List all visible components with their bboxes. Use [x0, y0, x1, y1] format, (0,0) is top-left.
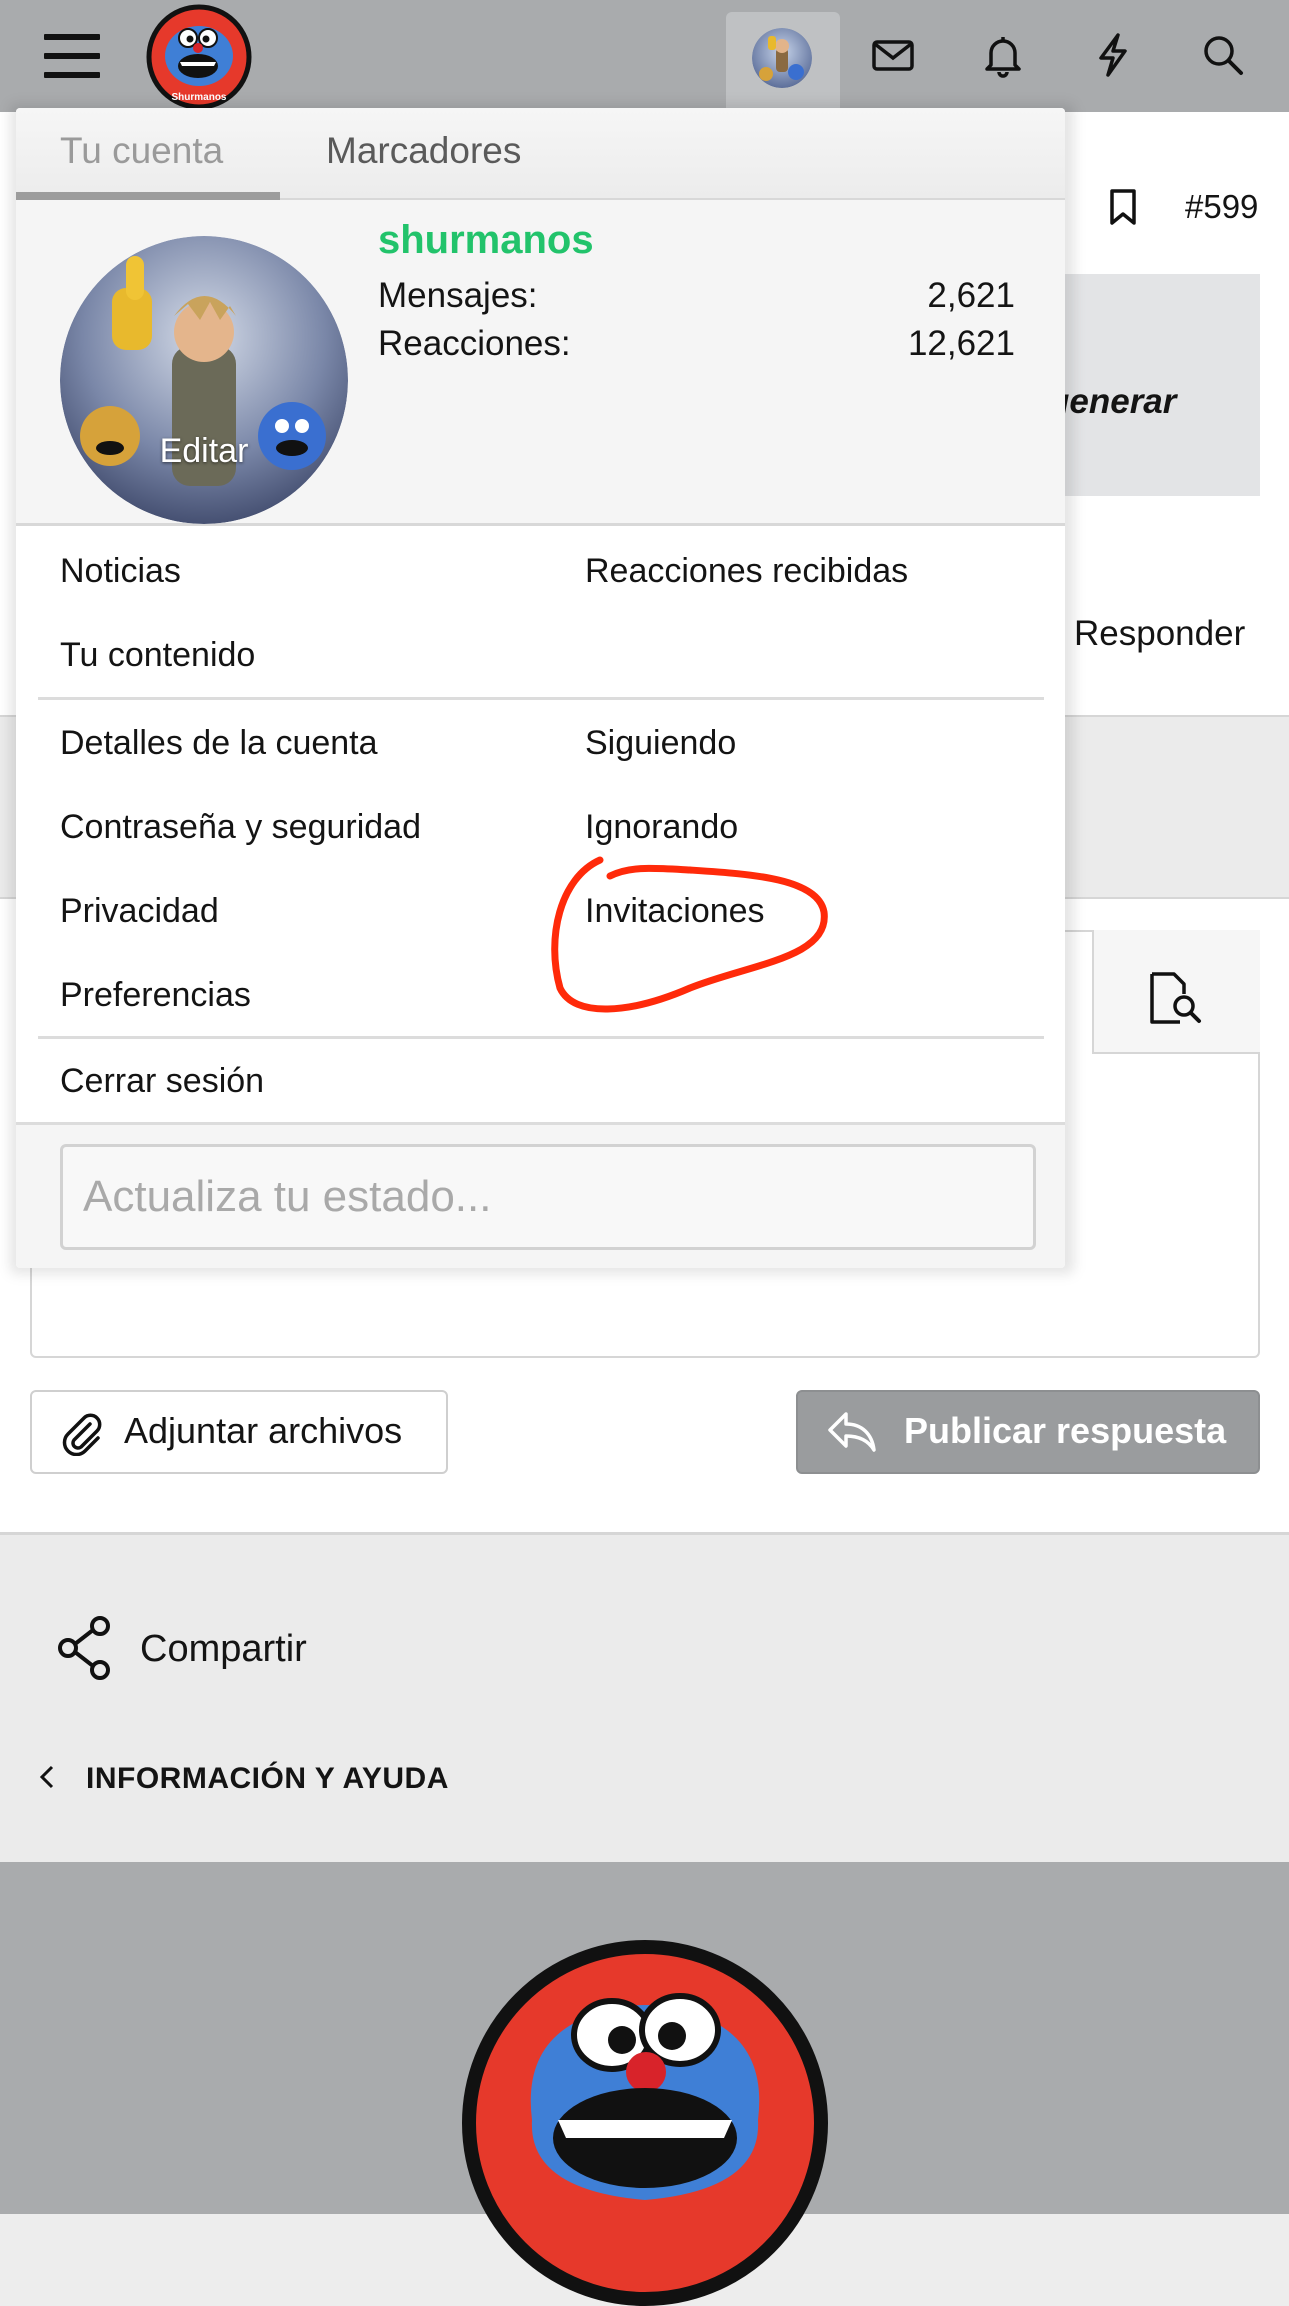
menu-item-preferences[interactable]: Preferencias: [60, 976, 251, 1015]
menu-divider: [38, 697, 1044, 700]
status-update-input[interactable]: [60, 1144, 1036, 1250]
footer-logo[interactable]: [462, 1940, 828, 2306]
top-navigation-bar: Shurmanos: [0, 0, 1289, 112]
username-link[interactable]: shurmanos: [378, 218, 594, 263]
attach-files-label: Adjuntar archivos: [124, 1410, 403, 1451]
menu-item-news[interactable]: Noticias: [60, 552, 181, 591]
active-tab-indicator: [16, 192, 280, 200]
menu-item-privacy[interactable]: Privacidad: [60, 892, 219, 931]
bookmark-icon[interactable]: [1106, 188, 1140, 226]
tab-bookmarks[interactable]: Marcadores: [326, 130, 521, 172]
edit-avatar-label[interactable]: Editar: [60, 432, 348, 471]
menu-item-reactions-received[interactable]: Reacciones recibidas: [585, 552, 908, 591]
menu-icon[interactable]: [44, 34, 100, 78]
share-icon[interactable]: [56, 1614, 116, 1682]
share-label[interactable]: Compartir: [140, 1628, 307, 1671]
paperclip-icon: [62, 1413, 102, 1456]
menu-item-password-security[interactable]: Contraseña y seguridad: [60, 808, 421, 847]
reactions-stat-label: Reacciones:: [378, 324, 571, 363]
account-menu: Tu cuenta Marcadores Editar shurmanos Me…: [16, 108, 1065, 1268]
site-logo-text: Shurmanos: [171, 92, 226, 103]
reply-arrow-icon: [828, 1412, 876, 1452]
mail-icon[interactable]: [868, 30, 918, 80]
menu-item-logout[interactable]: Cerrar sesión: [60, 1062, 264, 1101]
menu-item-following[interactable]: Siguiendo: [585, 724, 736, 763]
thread-footer-actions: [0, 1532, 1289, 1862]
post-number-link[interactable]: #599: [1185, 188, 1258, 226]
bell-icon[interactable]: [978, 30, 1028, 80]
menu-divider: [38, 1036, 1044, 1039]
menu-item-account-details[interactable]: Detalles de la cuenta: [60, 724, 378, 763]
reply-link[interactable]: Responder: [1074, 614, 1245, 654]
messages-stat-value[interactable]: 2,621: [927, 276, 1015, 316]
reactions-stat-value[interactable]: 12,621: [908, 324, 1015, 364]
site-logo[interactable]: Shurmanos: [146, 4, 252, 110]
avatar[interactable]: [752, 28, 812, 88]
preview-document-search-icon: [1150, 972, 1201, 1024]
account-menu-tabs: Tu cuenta Marcadores: [16, 108, 1065, 200]
highlight-annotation-circle: [551, 856, 828, 1013]
search-icon[interactable]: [1198, 30, 1248, 80]
breadcrumb-info-help[interactable]: INFORMACIÓN Y AYUDA: [86, 1762, 449, 1796]
bolt-icon[interactable]: [1088, 30, 1138, 80]
publish-reply-label: Publicar respuesta: [904, 1410, 1227, 1451]
chevron-left-icon[interactable]: [36, 1762, 58, 1792]
menu-item-your-content[interactable]: Tu contenido: [60, 636, 255, 675]
menu-item-ignoring[interactable]: Ignorando: [585, 808, 738, 847]
messages-stat-label: Mensajes:: [378, 276, 538, 315]
tab-your-account[interactable]: Tu cuenta: [60, 130, 223, 172]
profile-avatar[interactable]: [60, 236, 348, 524]
